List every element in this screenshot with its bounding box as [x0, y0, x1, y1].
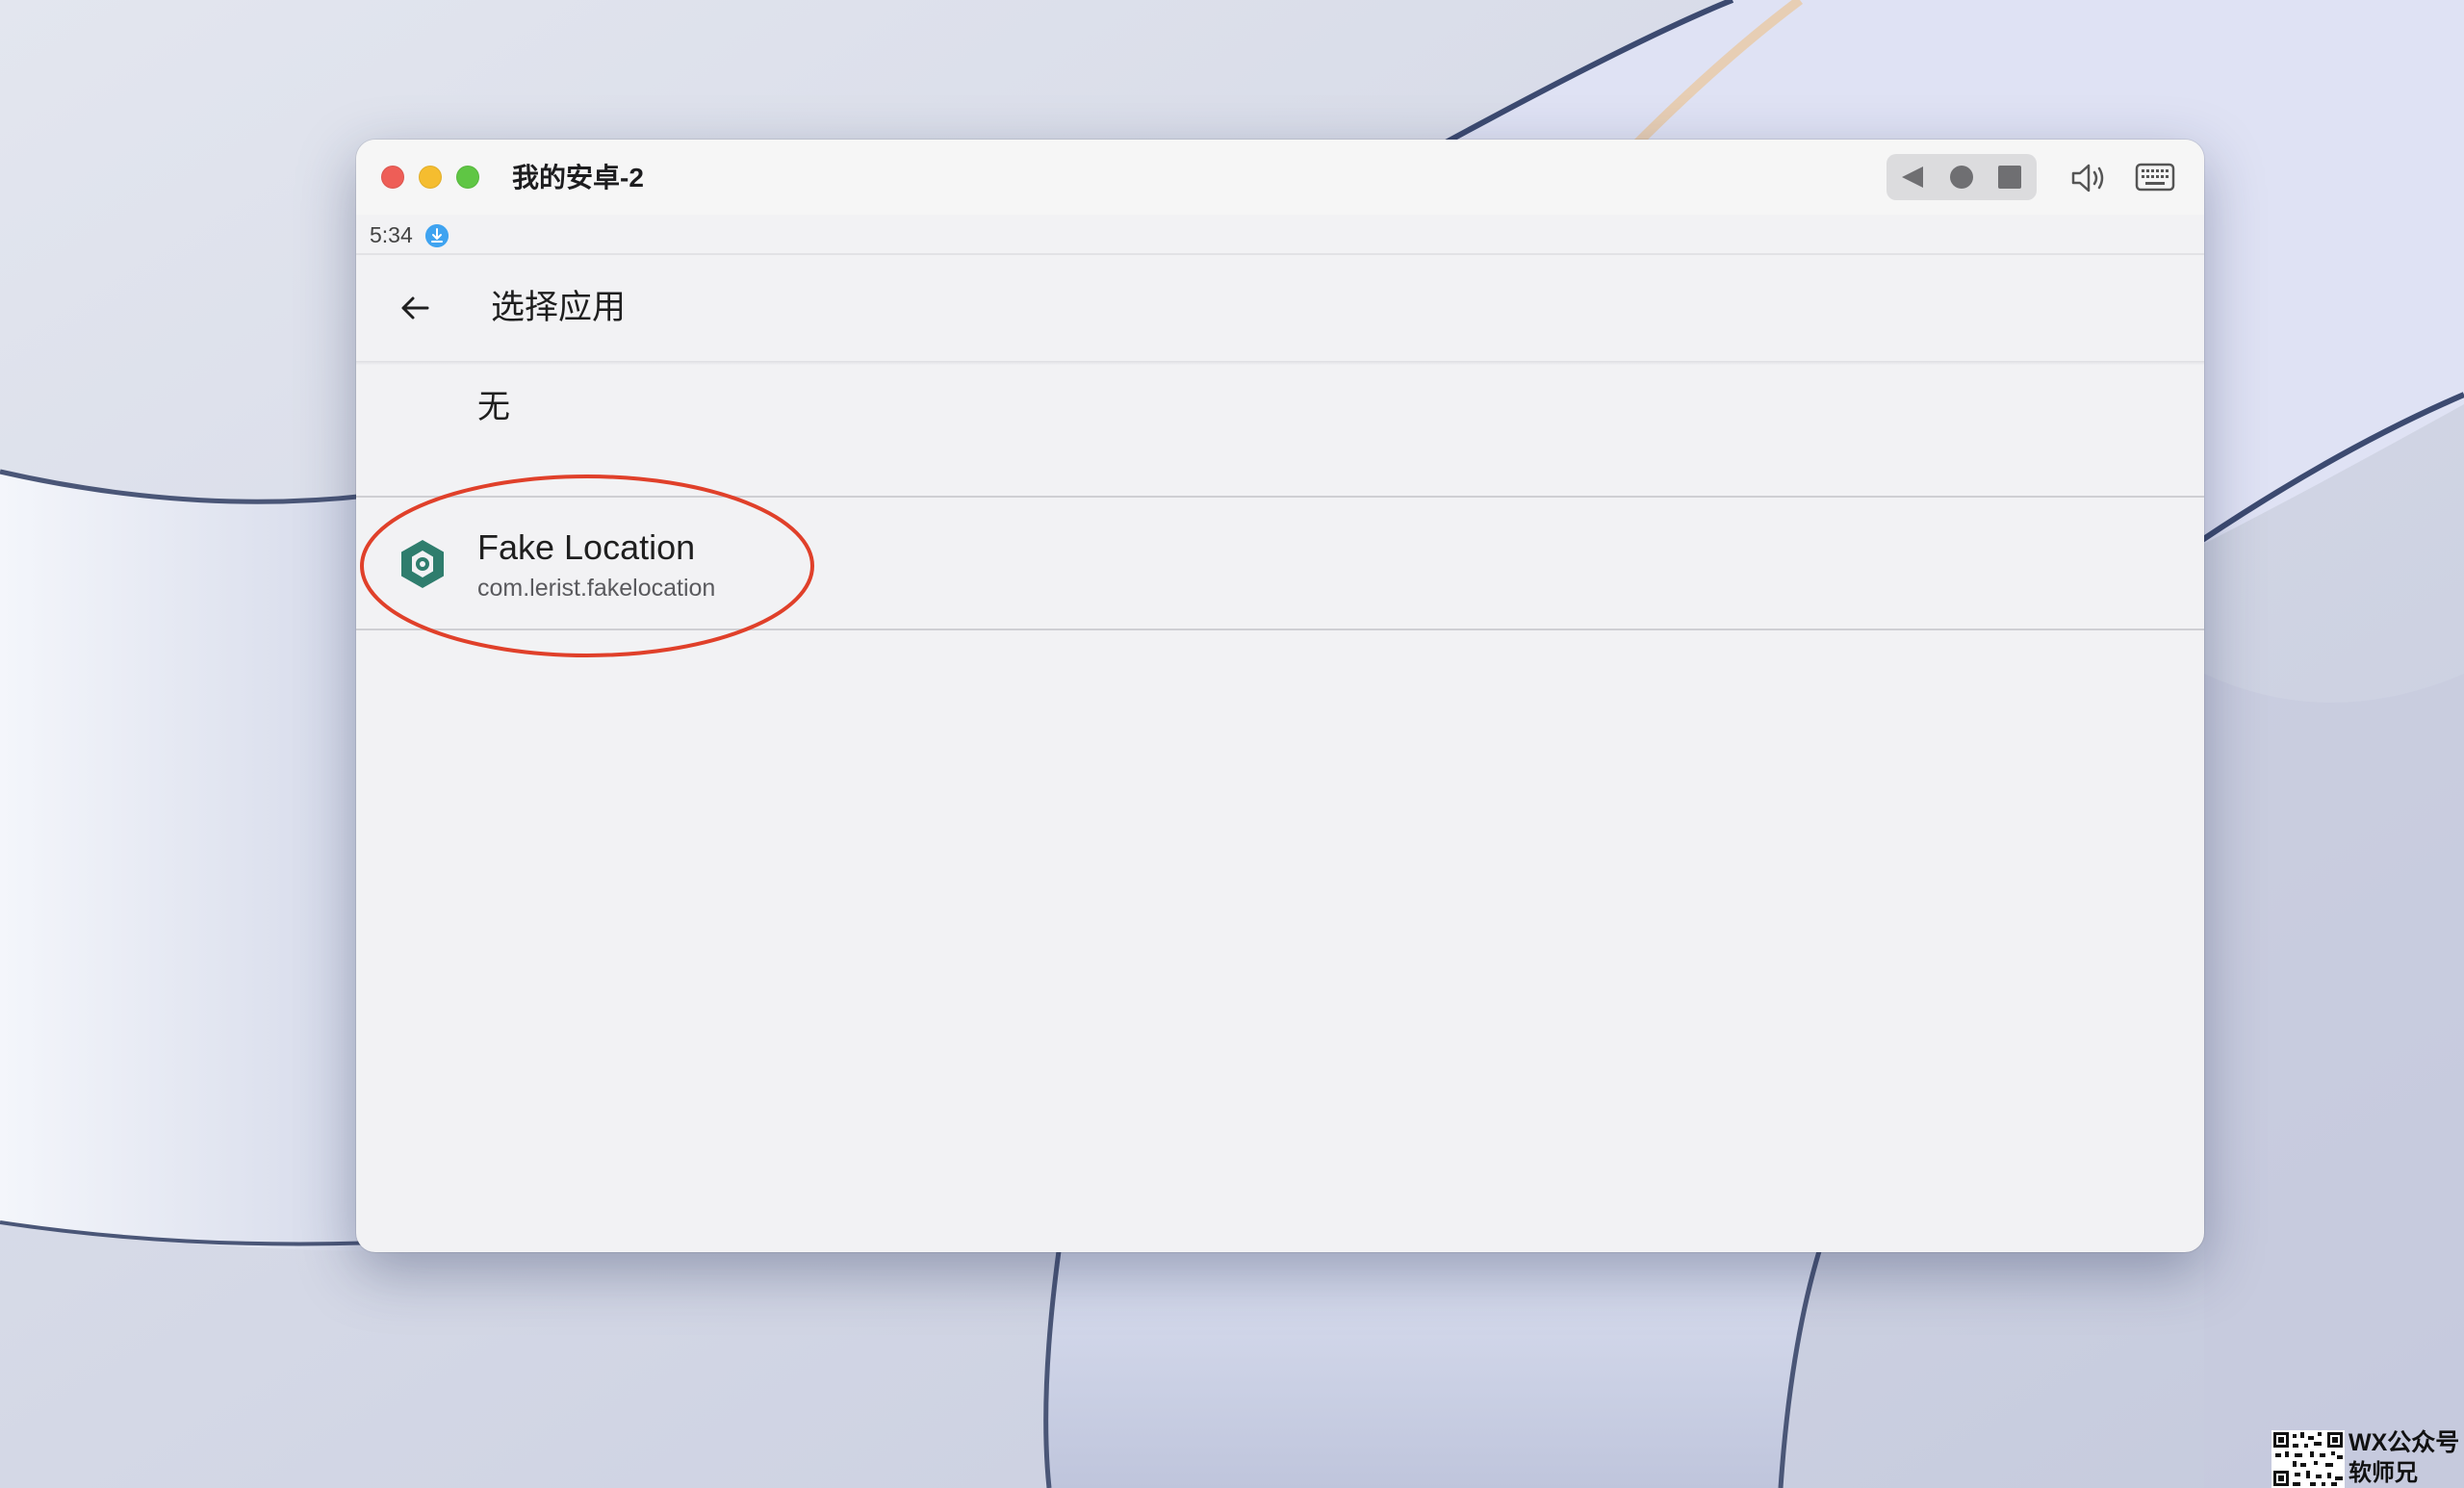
- android-nav-controls: [1886, 154, 2037, 200]
- status-time: 5:34: [370, 222, 413, 247]
- window-title: 我的安卓-2: [512, 163, 644, 192]
- watermark: WX公众号 软师兄: [2270, 1428, 2464, 1488]
- minimize-window-button[interactable]: [419, 166, 442, 189]
- watermark-line-2: 软师兄: [2348, 1460, 2418, 1486]
- list-item-none[interactable]: 无: [356, 365, 2204, 496]
- qr-code-image: [2272, 1430, 2345, 1488]
- recents-square-icon[interactable]: [1995, 163, 2024, 192]
- close-window-button[interactable]: [381, 166, 404, 189]
- home-circle-icon[interactable]: [1947, 163, 1976, 192]
- app-name: Fake Location: [477, 527, 696, 567]
- title-bar[interactable]: 我的安卓-2: [356, 140, 2204, 215]
- android-status-bar: 5:34: [356, 215, 2204, 255]
- zoom-window-button[interactable]: [456, 166, 479, 189]
- list-item-fake-location[interactable]: Fake Location com.lerist.fakelocation: [356, 498, 2204, 629]
- download-icon: [425, 224, 449, 247]
- hexagon-app-icon: [401, 540, 444, 588]
- keyboard-icon[interactable]: [2135, 159, 2175, 195]
- app-package-name: com.lerist.fakelocation: [477, 575, 716, 602]
- list-item-label: 无: [477, 389, 510, 425]
- speaker-icon[interactable]: [2067, 157, 2110, 199]
- list-divider: [356, 629, 2204, 630]
- watermark-line-1: WX公众号: [2348, 1429, 2460, 1456]
- back-triangle-icon[interactable]: [1898, 163, 1927, 192]
- arrow-back-icon[interactable]: [397, 290, 433, 326]
- app-bar: 选择应用: [356, 255, 2204, 361]
- page-title: 选择应用: [491, 289, 627, 326]
- emulator-window: 我的安卓-2 5:34 选择应用 无 Fake Location com.ler…: [356, 140, 2204, 1252]
